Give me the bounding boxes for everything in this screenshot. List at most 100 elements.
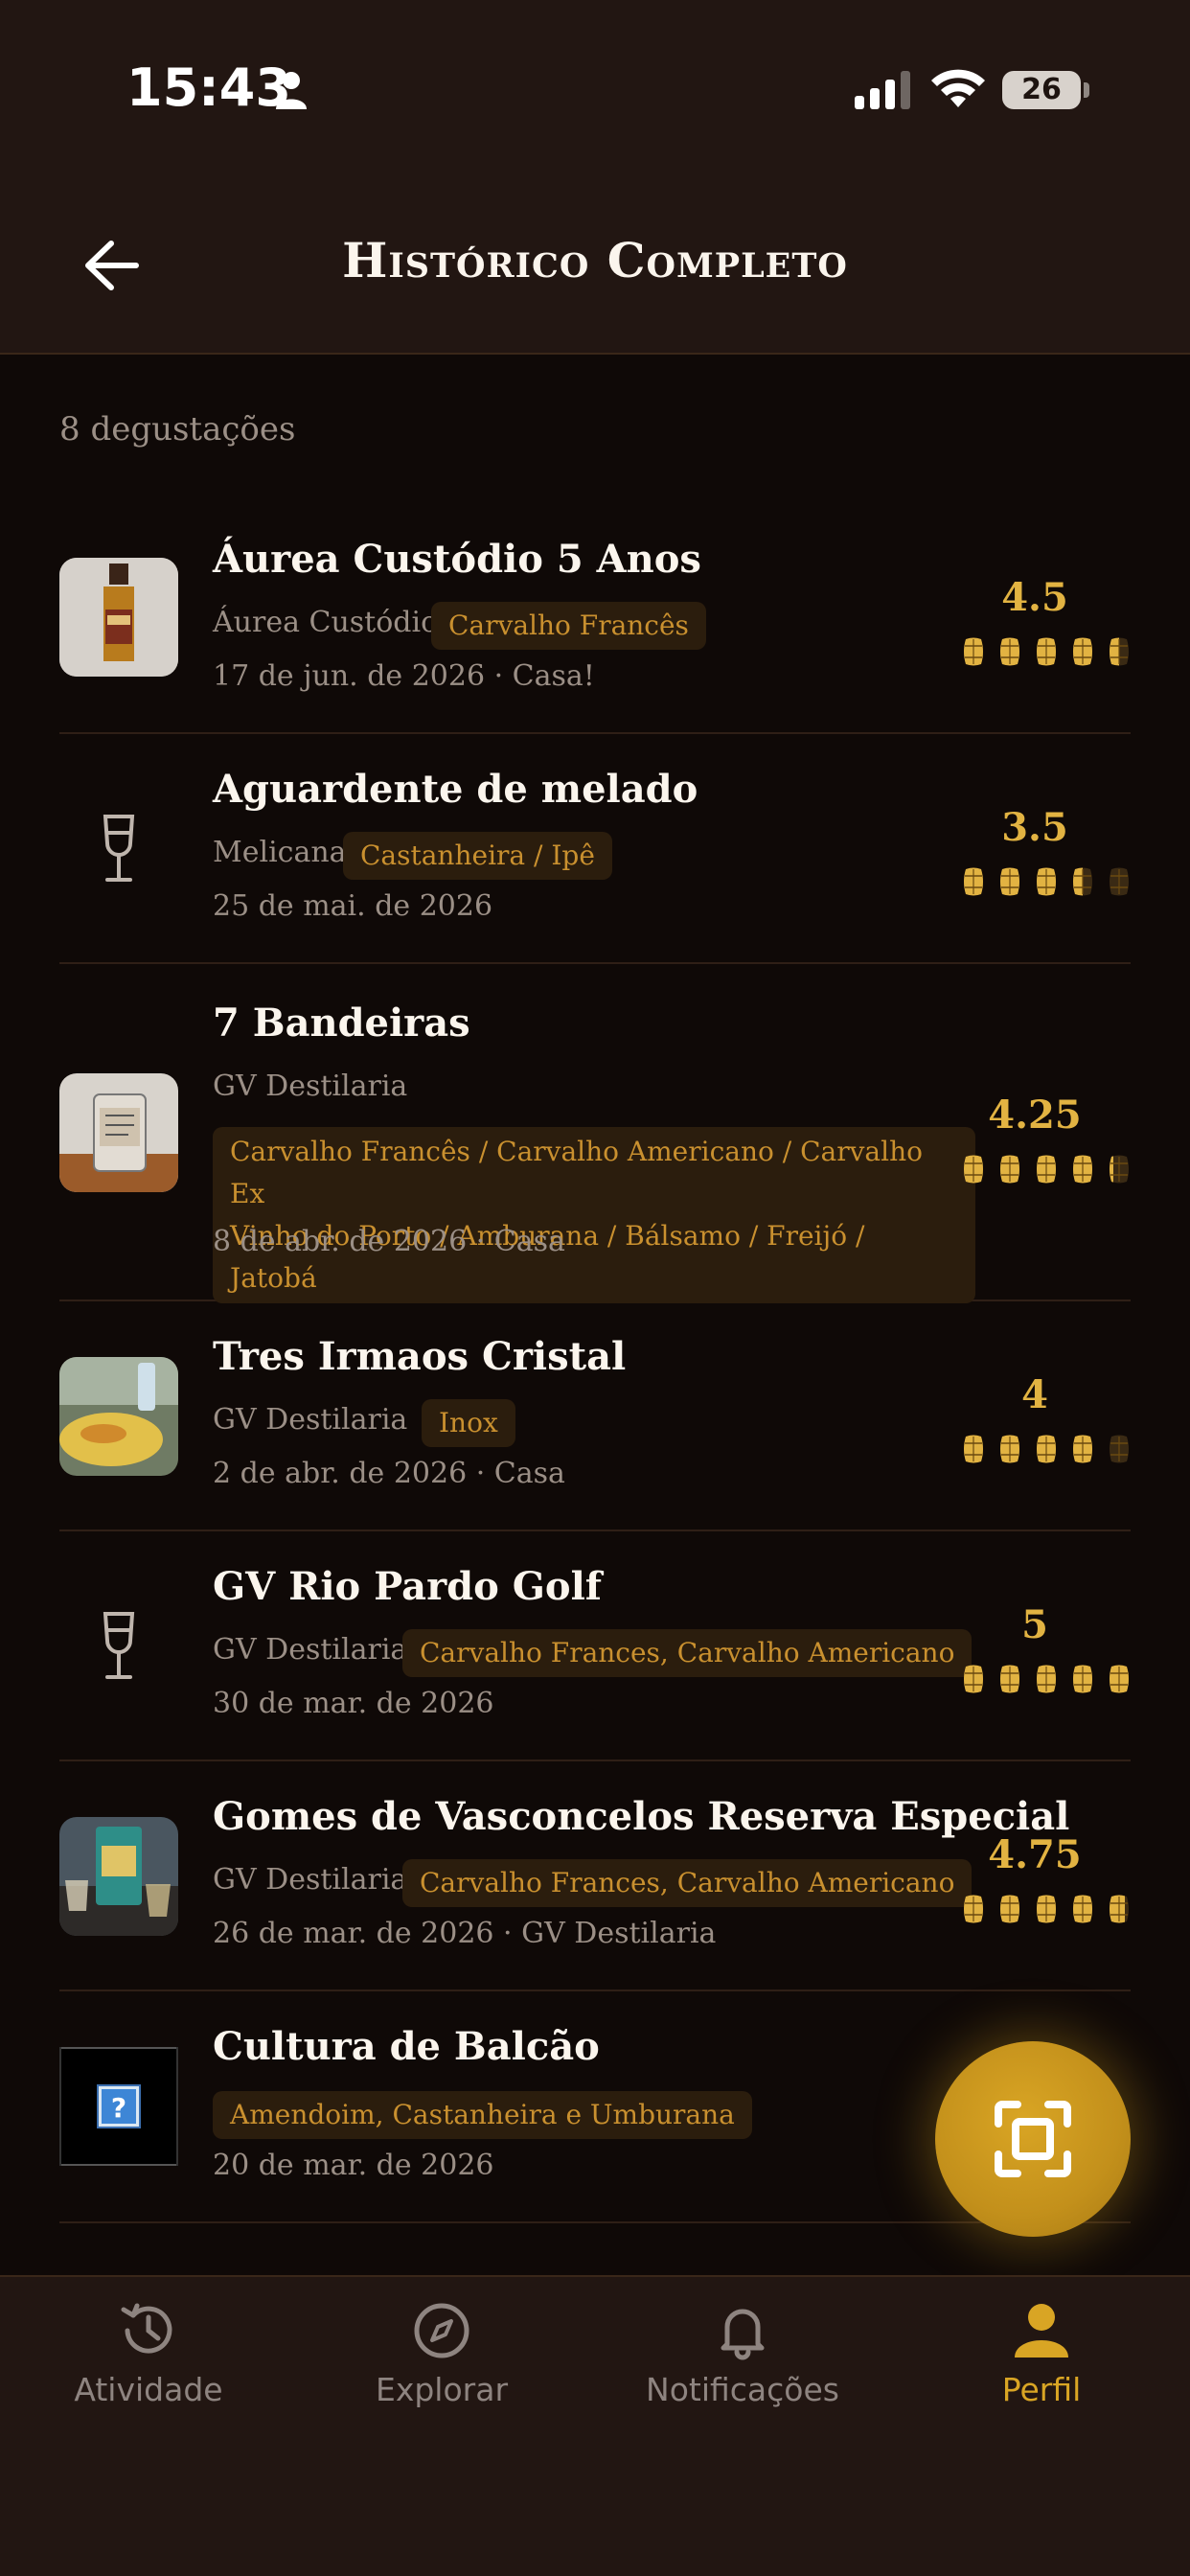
bottom-nav: Atividade Explorar Notificações Perfil	[0, 2275, 1190, 2576]
battery-nub	[1084, 82, 1089, 98]
barrel-icon	[1110, 1665, 1129, 1693]
barrel-icon	[1110, 1895, 1129, 1923]
rating-value: 4.25	[988, 1092, 1082, 1138]
list-item[interactable]: 7 Bandeiras GV Destilaria Carvalho Franc…	[59, 964, 1131, 1303]
list-item[interactable]: Gomes de Vasconcelos Reserva Especial GV…	[59, 1761, 1131, 1991]
barrel-icon	[1073, 1435, 1092, 1463]
cellular-signal-icon	[855, 71, 910, 109]
barrel-icon	[1000, 867, 1019, 896]
item-date: 25 de mai. de 2026	[213, 889, 493, 923]
item-producer: Áurea Custódio	[213, 606, 439, 639]
item-producer: GV Destilaria	[213, 1863, 408, 1897]
barrel-icon	[1073, 867, 1092, 896]
barrel-icon	[1073, 1155, 1092, 1184]
barrel-icon	[1110, 1155, 1129, 1184]
barrel-icon	[1037, 1665, 1056, 1693]
missing-image-icon: ?	[59, 2047, 178, 2166]
status-bar: 15:43 26	[0, 0, 1190, 182]
nav-label: Atividade	[74, 2371, 223, 2408]
svg-text:?: ?	[111, 2092, 126, 2124]
list-item[interactable]: Áurea Custódio 5 Anos Áurea Custódio Car…	[59, 518, 1131, 734]
list-item[interactable]: Aguardente de melado Melicana Castanheir…	[59, 734, 1131, 964]
bottle-table-photo	[59, 1817, 178, 1936]
list-item[interactable]: GV Rio Pardo Golf GV Destilaria Carvalho…	[59, 1531, 1131, 1761]
nav-notifications[interactable]: Notificações	[594, 2300, 891, 2425]
rating-value: 3.5	[1001, 805, 1068, 850]
nav-activity[interactable]: Atividade	[0, 2300, 297, 2425]
bottle-photo	[59, 558, 178, 677]
page-title: Histórico Completo	[342, 232, 848, 288]
barrel-icon	[1110, 1435, 1129, 1463]
wood-tag: Carvalho Frances, Carvalho Americano	[402, 1859, 973, 1907]
item-date: 2 de abr. de 2026 · Casa	[213, 1457, 565, 1490]
item-producer: GV Destilaria	[213, 1403, 408, 1437]
wine-glass-icon	[103, 815, 135, 882]
barrel-icon	[964, 1665, 983, 1693]
barrel-icon	[964, 1435, 983, 1463]
nav-label: Perfil	[1001, 2371, 1082, 2408]
wifi-icon	[931, 69, 985, 107]
barrel-rating	[962, 1434, 1131, 1464]
barrel-rating	[962, 1154, 1131, 1184]
rating-value: 4.75	[988, 1832, 1082, 1877]
item-producer: GV Destilaria	[213, 1070, 408, 1103]
barrel-icon	[964, 867, 983, 896]
rating-value: 5	[1021, 1602, 1048, 1647]
rating-value: 4	[1021, 1372, 1048, 1417]
barrel-rating	[962, 636, 1131, 667]
nav-profile[interactable]: Perfil	[893, 2300, 1190, 2425]
item-producer: Melicana	[213, 836, 347, 869]
item-name: Áurea Custódio 5 Anos	[213, 537, 701, 582]
item-name: Cultura de Balcão	[213, 2024, 600, 2069]
barrel-rating	[962, 866, 1131, 897]
wood-tag-line: Carvalho Francês / Carvalho Americano / …	[230, 1136, 923, 1209]
bell-icon	[721, 2309, 765, 2360]
item-name: GV Rio Pardo Golf	[213, 1564, 602, 1609]
barrel-icon	[1000, 1435, 1019, 1463]
tasting-count: 8 degustações	[59, 410, 296, 448]
person-status-icon	[276, 72, 307, 109]
nav-label: Notificações	[646, 2371, 839, 2408]
barrel-icon	[964, 637, 983, 666]
nav-explore[interactable]: Explorar	[293, 2300, 590, 2425]
item-name: Aguardente de melado	[213, 767, 698, 812]
barrel-icon	[1037, 1435, 1056, 1463]
barrel-icon	[1037, 1155, 1056, 1184]
person-icon	[1015, 2304, 1068, 2358]
barrel-icon	[1037, 1895, 1056, 1923]
wood-tag: Carvalho Francês	[431, 602, 706, 650]
scan-button[interactable]	[935, 2041, 1131, 2237]
wood-tag: Inox	[422, 1399, 515, 1447]
barrel-icon	[1037, 637, 1056, 666]
battery-indicator: 26	[1002, 71, 1081, 109]
barrel-rating	[962, 1894, 1131, 1924]
item-date: 17 de jun. de 2026 · Casa!	[213, 659, 595, 693]
barrel-icon	[1000, 1895, 1019, 1923]
barrel-icon	[1110, 867, 1129, 896]
wood-tag: Amendoim, Castanheira e Umburana	[213, 2091, 752, 2139]
item-date: 8 de abr. de 2026 · Casa	[213, 1225, 565, 1258]
item-producer: GV Destilaria	[213, 1633, 408, 1667]
list-item[interactable]: Tres Irmaos Cristal GV Destilaria Inox 2…	[59, 1301, 1131, 1531]
barrel-icon	[964, 1155, 983, 1184]
wine-glass-icon	[103, 1612, 135, 1679]
scan-icon	[995, 2101, 1071, 2177]
food-photo	[59, 1357, 178, 1476]
history-icon	[121, 2303, 172, 2354]
app-header: Histórico Completo	[0, 182, 1190, 355]
compass-icon	[414, 2303, 469, 2358]
barrel-icon	[1000, 1155, 1019, 1184]
barrel-icon	[1000, 637, 1019, 666]
nav-label: Explorar	[375, 2371, 509, 2408]
barrel-icon	[1037, 867, 1056, 896]
item-date: 26 de mar. de 2026 · GV Destilaria	[213, 1917, 717, 1950]
barrel-icon	[964, 1895, 983, 1923]
wood-tag: Carvalho Frances, Carvalho Americano	[402, 1629, 973, 1677]
item-date: 30 de mar. de 2026	[213, 1687, 494, 1720]
wood-tag: Carvalho Francês / Carvalho Americano / …	[213, 1127, 975, 1303]
barrel-icon	[1073, 1665, 1092, 1693]
wood-tag: Castanheira / Ipê	[343, 832, 612, 880]
rating-value: 4.5	[1001, 575, 1068, 620]
barrel-rating	[962, 1664, 1131, 1694]
status-time: 15:43	[126, 58, 291, 118]
